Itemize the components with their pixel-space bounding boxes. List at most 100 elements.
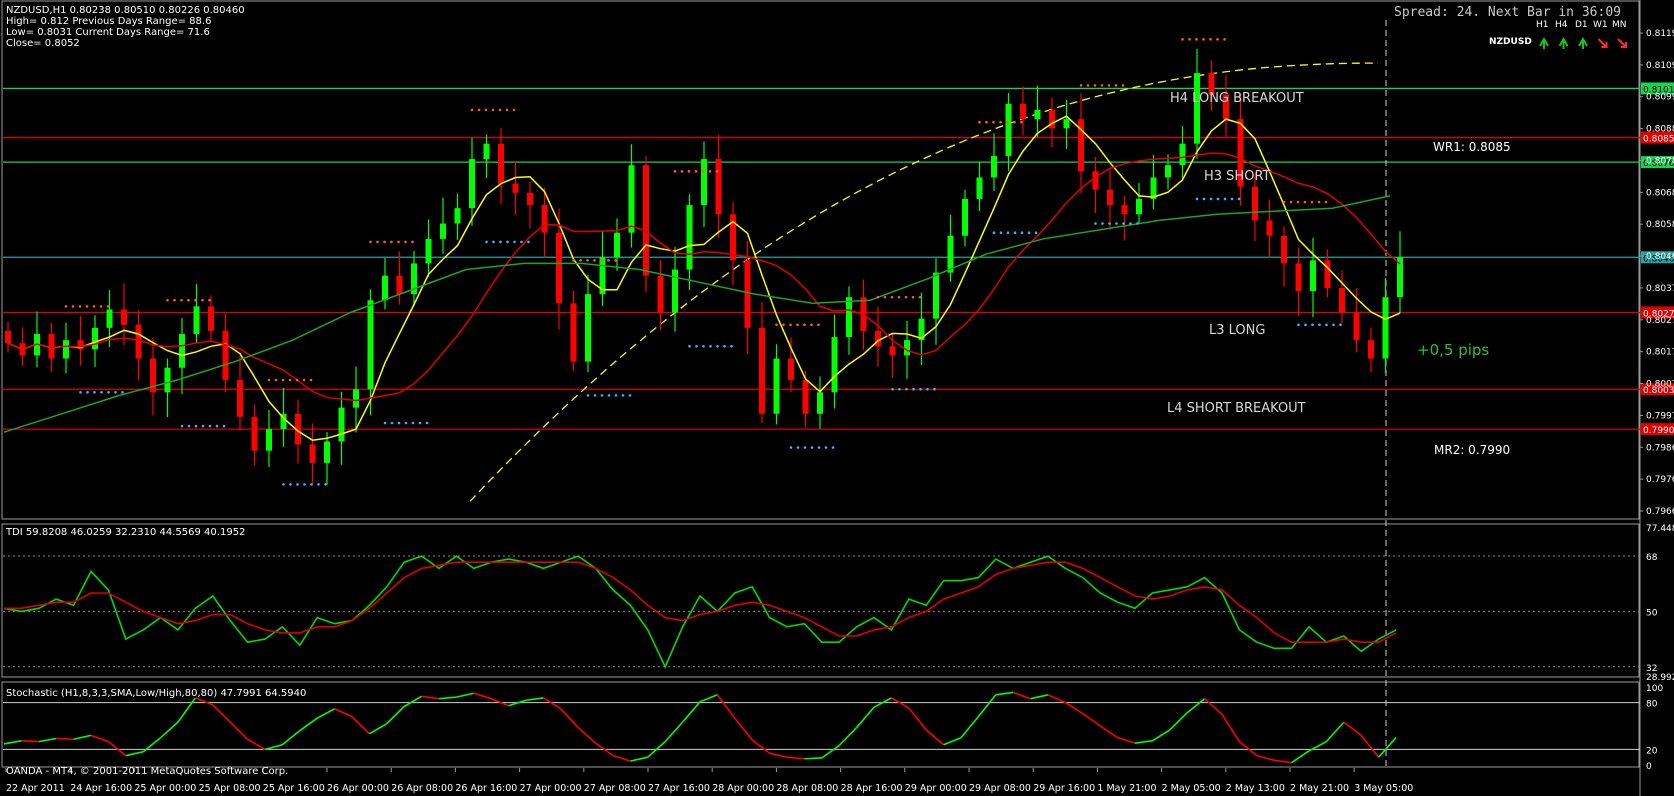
resistance-dot bbox=[369, 240, 372, 244]
candle-body bbox=[1034, 109, 1041, 120]
candle-body bbox=[541, 205, 548, 233]
resistance-dot bbox=[1216, 38, 1219, 41]
candle-body bbox=[425, 238, 432, 264]
support-dot bbox=[492, 240, 495, 244]
support-dot bbox=[607, 394, 611, 397]
resistance-dot bbox=[978, 120, 981, 124]
support-dot bbox=[208, 424, 212, 428]
resistance-dot bbox=[1310, 200, 1314, 204]
candle bbox=[34, 311, 40, 368]
resistance-dot bbox=[470, 108, 474, 112]
support-dot bbox=[404, 421, 408, 425]
stoch-segment bbox=[664, 721, 684, 743]
candle bbox=[947, 214, 954, 282]
resistance-dot bbox=[1296, 200, 1300, 204]
time-label: 2 May 13:00 bbox=[1226, 783, 1285, 794]
resistance-dot bbox=[1181, 38, 1184, 41]
resistance-dot bbox=[1188, 38, 1191, 41]
candle bbox=[193, 283, 200, 344]
candle bbox=[1324, 249, 1331, 298]
candle-body bbox=[48, 333, 55, 359]
resistance-dot bbox=[106, 305, 110, 308]
stoch-segment bbox=[334, 708, 353, 718]
resistance-dot bbox=[484, 108, 488, 112]
support-dot bbox=[709, 344, 712, 348]
stoch-segment bbox=[734, 717, 753, 741]
candle-body bbox=[788, 358, 794, 381]
candle bbox=[933, 258, 939, 345]
resistance-dot bbox=[383, 240, 386, 244]
time-label: 2 May 21:00 bbox=[1290, 783, 1349, 794]
candle-body bbox=[715, 159, 722, 215]
support-dot bbox=[621, 394, 625, 397]
candle bbox=[425, 219, 432, 277]
resistance-dot bbox=[477, 108, 481, 112]
support-dot bbox=[905, 387, 908, 391]
support-dot bbox=[201, 424, 205, 428]
candle bbox=[1005, 92, 1012, 171]
support-dot bbox=[716, 344, 719, 348]
resistance-dot bbox=[782, 323, 785, 327]
candle bbox=[5, 321, 11, 353]
resistance-dot bbox=[64, 305, 68, 308]
candle bbox=[411, 250, 417, 307]
support-dot bbox=[723, 344, 726, 348]
support-dot bbox=[992, 231, 996, 235]
stoch-segment bbox=[56, 737, 74, 741]
support-dot bbox=[100, 391, 103, 394]
candle-body bbox=[469, 159, 475, 209]
resistance-dot bbox=[673, 170, 677, 173]
stoch-tick-label: 20 bbox=[1646, 746, 1658, 756]
support-dot bbox=[912, 387, 915, 391]
candle-body bbox=[251, 416, 258, 451]
stoch-segment bbox=[38, 737, 57, 743]
price-tick-label: 0.7997 bbox=[1646, 411, 1674, 421]
candle-body bbox=[933, 272, 939, 319]
candle-body bbox=[556, 232, 562, 304]
candle-body bbox=[237, 380, 243, 417]
price-tick-label: 0.8078 bbox=[1646, 156, 1674, 166]
support-dot bbox=[390, 421, 394, 425]
stoch-segment bbox=[473, 692, 492, 700]
candle bbox=[817, 376, 823, 429]
stoch-segment bbox=[525, 697, 544, 702]
resistance-dot bbox=[817, 323, 820, 327]
stoch-segment bbox=[90, 734, 109, 743]
annotation-pips: +0,5 pips bbox=[1417, 341, 1489, 359]
support-dot bbox=[383, 421, 387, 425]
candle-body bbox=[657, 275, 664, 313]
support-dot bbox=[107, 391, 110, 394]
stoch-segment bbox=[1343, 721, 1362, 736]
time-label: 29 Apr 16:00 bbox=[1033, 783, 1095, 794]
candle-body bbox=[759, 327, 765, 414]
support-dot bbox=[1108, 222, 1111, 225]
stoch-segment bbox=[786, 756, 805, 760]
resistance-dot bbox=[1107, 84, 1111, 87]
resistance-dot bbox=[302, 378, 306, 382]
resistance-dot bbox=[586, 259, 589, 262]
candle bbox=[19, 327, 26, 367]
resistance-dot bbox=[1013, 120, 1016, 124]
time-label: 26 Apr 16:00 bbox=[455, 783, 517, 794]
stoch-segment bbox=[368, 722, 388, 735]
candle-body bbox=[991, 155, 997, 178]
candle bbox=[208, 295, 214, 342]
support-dot bbox=[789, 446, 793, 449]
stoch-segment bbox=[229, 721, 249, 740]
support-dot bbox=[303, 483, 306, 486]
tf-label-h4: H4 bbox=[1555, 20, 1568, 30]
candle bbox=[759, 301, 765, 423]
resistance-dot bbox=[883, 295, 887, 299]
candle-body bbox=[440, 223, 446, 239]
candle bbox=[222, 313, 229, 393]
support-dot bbox=[79, 391, 82, 394]
support-dot bbox=[425, 421, 429, 425]
time-label: 26 Apr 00:00 bbox=[327, 783, 389, 794]
stoch-segment bbox=[281, 730, 301, 746]
candle-body bbox=[1281, 235, 1287, 264]
candle bbox=[628, 144, 635, 248]
resistance-dot bbox=[1093, 84, 1097, 87]
candle bbox=[1237, 93, 1244, 206]
candle-body bbox=[1368, 340, 1374, 359]
resistance-dot bbox=[505, 108, 509, 112]
